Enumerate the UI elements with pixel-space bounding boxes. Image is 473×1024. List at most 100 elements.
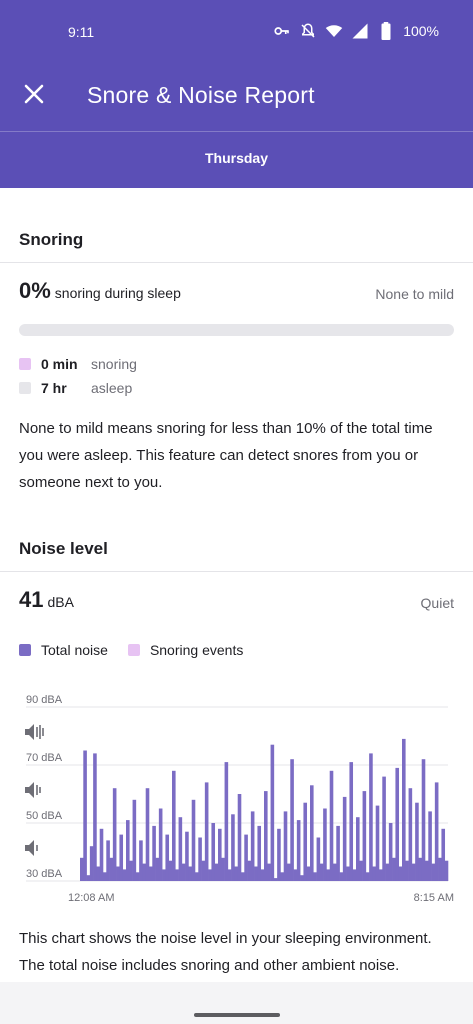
noise-bar (237, 794, 242, 881)
noise-bar (99, 828, 104, 881)
snoring-minutes: 0 min (41, 356, 78, 372)
asleep-swatch (19, 382, 31, 394)
noise-value: 41 (19, 587, 44, 612)
snoring-legend-asleep: 7 hr asleep (19, 380, 132, 396)
noise-bar (438, 857, 442, 881)
noise-bar (244, 834, 248, 881)
noise-bar (241, 872, 245, 881)
chart-legend: Total noise Snoring events (19, 642, 263, 658)
noise-bar (126, 820, 130, 881)
home-indicator[interactable] (194, 1013, 280, 1017)
noise-bar (132, 799, 137, 881)
snoring-description: None to mild means snoring for less than… (19, 420, 433, 491)
noise-bar (306, 866, 311, 881)
noise-bar (103, 872, 107, 881)
noise-bar (89, 846, 94, 881)
noise-bar (362, 791, 367, 881)
noise-bar (158, 808, 163, 881)
battery-icon (381, 22, 391, 40)
noise-bar (257, 825, 262, 881)
snoring-legend-snoring: 0 min snoring (19, 356, 137, 372)
bottom-strip (0, 982, 473, 1024)
noise-bar (336, 825, 340, 881)
noise-bar (112, 788, 117, 881)
noise-bar (119, 834, 124, 881)
noise-bar (109, 857, 114, 881)
noise-bar (444, 860, 449, 881)
noise-bar (86, 875, 91, 881)
noise-bar (375, 805, 380, 881)
noise-bar (214, 863, 219, 881)
noise-bar (349, 762, 354, 881)
noise-bar (168, 860, 173, 881)
noise-chart: 90 dBA 70 dBA 50 dBA 30 dBA 12:08 AM 8:15 AM (25, 694, 454, 904)
noise-bar (93, 753, 97, 881)
volume-high-icon (25, 724, 44, 740)
noise-bar (359, 860, 363, 881)
noise-bar (369, 753, 373, 881)
snoring-rating: None to mild (375, 286, 454, 302)
noise-bar (398, 866, 403, 881)
noise-bar (211, 823, 216, 881)
noise-bar (385, 863, 390, 881)
noise-bar (418, 857, 423, 881)
noise-bar (283, 811, 288, 881)
noise-bar (175, 869, 179, 881)
noise-bar (395, 767, 400, 881)
noise-bar (415, 802, 419, 881)
noise-bar (300, 875, 304, 881)
snoring-swatch (19, 358, 31, 370)
notifications-off-icon (301, 23, 315, 38)
noise-bar (152, 825, 156, 881)
volume-medium-icon (25, 782, 41, 798)
page-title: Snore & Noise Report (87, 82, 315, 108)
header: 9:11 100% Snore & Noise Report Thursday (0, 0, 473, 188)
noise-summary: 41 dBA (19, 587, 74, 613)
noise-bar (172, 770, 176, 881)
header-divider (0, 131, 473, 132)
close-icon[interactable] (18, 78, 50, 110)
noise-bar (421, 759, 426, 881)
tab-day[interactable]: Thursday (0, 150, 473, 166)
noise-bar (145, 788, 150, 881)
noise-bar (191, 799, 196, 881)
noise-bar (264, 791, 268, 881)
vpn-key-icon (274, 27, 290, 35)
noise-bar (434, 782, 439, 881)
snoring-section-title: Snoring (19, 230, 84, 249)
snoring-percent: 0% (19, 278, 51, 303)
noise-bar (149, 866, 153, 881)
noise-bar (181, 863, 186, 881)
noise-bar (425, 860, 429, 881)
noise-bar (365, 872, 370, 881)
legend-snoring-events-label: Snoring events (149, 642, 244, 658)
noise-bar (83, 750, 87, 881)
noise-bar (333, 863, 337, 881)
asleep-hours-label: asleep (91, 380, 133, 396)
noise-bar (162, 869, 166, 881)
noise-bar (287, 863, 291, 881)
noise-bar (227, 869, 232, 881)
noise-bar (218, 828, 222, 881)
asleep-hours: 7 hr (41, 380, 67, 396)
noise-bar (273, 878, 278, 881)
noise-section-title: Noise level (19, 539, 108, 558)
noise-bar (142, 863, 147, 881)
noise-bar (310, 785, 314, 881)
legend-snoring-events: Snoring events (127, 642, 244, 658)
noise-bar (342, 796, 347, 881)
noise-bar (135, 872, 140, 881)
noise-bar (293, 869, 298, 881)
noise-bar (224, 762, 229, 881)
noise-bar (155, 857, 160, 881)
noise-bar (402, 738, 406, 881)
noise-bar (316, 837, 321, 881)
snoring-minutes-label: snoring (91, 356, 137, 372)
noise-bar (313, 872, 317, 881)
y-tick-label: 70 dBA (26, 752, 63, 764)
noise-bar (208, 869, 212, 881)
noise-bar (290, 759, 294, 881)
noise-unit: dBA (47, 594, 74, 610)
report-content: Snoring 0% snoring during sleep None to m… (0, 188, 473, 982)
noise-bar (382, 776, 386, 881)
